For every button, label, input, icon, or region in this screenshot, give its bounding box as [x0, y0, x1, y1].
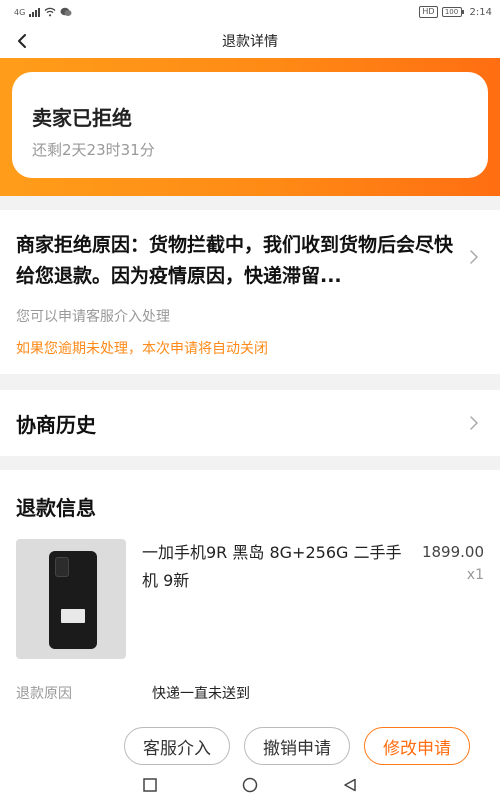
page-title: 退款详情 — [222, 34, 278, 50]
rejection-reason-text: 商家拒绝原因：货物拦截中，我们收到货物后会尽快给您退款。因为疫情原因，快递滞留.… — [16, 234, 454, 287]
modify-request-button[interactable]: 修改申请 — [364, 727, 470, 765]
phone-sticker — [61, 609, 85, 623]
status-bar: 4G HD 100 2:14 — [0, 0, 500, 24]
recent-apps-button[interactable] — [140, 775, 160, 795]
refund-status-title: 卖家已拒绝 — [32, 106, 132, 130]
hd-badge: HD — [419, 6, 438, 18]
triangle-back-icon — [344, 778, 356, 792]
chevron-left-icon — [18, 34, 26, 48]
product-row[interactable]: 一加手机9R 黑岛 8G+256G 二手手机 9新 1899.00 x1 — [16, 539, 484, 661]
battery-icon: 100 — [441, 7, 464, 17]
refund-reason-label: 退款原因 — [16, 686, 72, 702]
cancel-request-button[interactable]: 撤销申请 — [244, 727, 350, 765]
refund-countdown: 还剩2天23时31分 — [32, 141, 155, 159]
service-hint: 您可以申请客服介入处理 — [16, 309, 170, 325]
camera-module — [55, 557, 69, 577]
battery-level: 100 — [444, 8, 459, 16]
chat-icon — [60, 7, 72, 16]
refund-reason-value: 快递一直未送到 — [152, 686, 250, 702]
back-button[interactable] — [10, 29, 34, 53]
nav-bar: 退款详情 — [0, 24, 500, 58]
network-label: 4G — [14, 7, 26, 17]
system-back-button[interactable] — [340, 775, 360, 795]
rejection-reason-section[interactable]: 商家拒绝原因：货物拦截中，我们收到货物后会尽快给您退款。因为疫情原因，快递滞留.… — [0, 210, 500, 374]
clock: 2:14 — [469, 6, 492, 18]
customer-service-button[interactable]: 客服介入 — [124, 727, 230, 765]
product-name: 一加手机9R 黑岛 8G+256G 二手手机 9新 — [142, 543, 402, 590]
negotiation-history-row[interactable]: 协商历史 — [0, 390, 500, 456]
signal-icon — [29, 7, 41, 17]
refund-reason-row: 退款原因 快递一直未送到 — [16, 683, 484, 713]
status-right: HD 100 2:14 — [419, 6, 492, 18]
chevron-right-icon — [470, 250, 478, 264]
status-left: 4G — [14, 7, 72, 17]
wifi-icon — [44, 7, 56, 17]
auto-close-warning: 如果您逾期未处理，本次申请将自动关闭 — [16, 341, 268, 357]
circle-icon — [242, 777, 258, 793]
product-thumbnail[interactable] — [16, 539, 126, 659]
home-button[interactable] — [240, 775, 260, 795]
bottom-action-bar: 客服介入 撤销申请 修改申请 — [0, 722, 500, 770]
product-quantity: x1 — [466, 567, 484, 583]
system-nav-bar — [0, 770, 500, 800]
phone-image — [49, 551, 97, 649]
square-icon — [143, 778, 157, 792]
refund-info-title: 退款信息 — [16, 496, 96, 520]
product-price: 1899.00 — [421, 543, 484, 561]
negotiation-history-title: 协商历史 — [16, 412, 96, 437]
chevron-right-icon — [470, 416, 478, 430]
refund-status-card: 卖家已拒绝 还剩2天23时31分 — [12, 72, 488, 178]
